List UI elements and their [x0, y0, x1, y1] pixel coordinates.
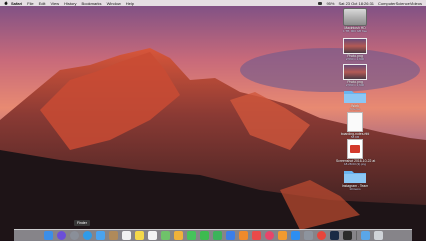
trash-icon[interactable] [373, 231, 383, 240]
menubar-user[interactable]: ComputerScienceVideos [378, 1, 422, 6]
icon-sublabel: 10 items [349, 187, 361, 191]
status-area: 95% Sat 23 Oct 18:26:31 ComputerScienceV… [314, 0, 422, 6]
dock-tooltip: Finder [74, 220, 90, 226]
menu-view[interactable]: View [50, 1, 59, 6]
reminders-icon[interactable] [147, 231, 157, 240]
photos-icon[interactable] [173, 231, 183, 240]
menu-bookmarks[interactable]: Bookmarks [82, 1, 102, 6]
facetime-icon[interactable] [199, 231, 209, 240]
photoshop-icon[interactable] [329, 231, 339, 240]
folder-icon [344, 171, 366, 183]
music-icon[interactable] [264, 231, 274, 240]
siri-icon[interactable] [56, 231, 66, 240]
desktop-icon-folder-work[interactable]: Work 6 items [336, 88, 374, 112]
icon-sublabel: 18.28.03 (3).png [343, 162, 367, 166]
maps-icon[interactable] [160, 231, 170, 240]
document-icon [347, 112, 363, 132]
battery-percent[interactable]: 95% [326, 1, 334, 6]
desktop-icon-folder-instagram[interactable]: Instagram - Team 10 items [336, 168, 374, 192]
desktop-icon-screenshot-pdf[interactable]: Screenshot 2016-10-22 at 18.28.03 (3).pn… [336, 139, 375, 167]
dock-separator [355, 231, 357, 240]
launchpad-icon[interactable] [69, 231, 79, 240]
menu-app-name[interactable]: Safari [11, 1, 22, 6]
hard-drive-icon [343, 8, 367, 26]
safari-icon[interactable] [82, 231, 92, 240]
dock [14, 229, 412, 241]
desktop-icon-screenshot-1[interactable]: Photo.png 2,560 x 1,600 [336, 38, 374, 62]
contacts-icon[interactable] [108, 231, 118, 240]
menu-window[interactable]: Window [107, 1, 121, 6]
news-icon[interactable] [251, 231, 261, 240]
desktop-icon-rtfd-document[interactable]: boarding-notes.rtfd 58 KB [336, 112, 374, 140]
keynote-icon[interactable] [225, 231, 235, 240]
appstore-icon[interactable] [290, 231, 300, 240]
mail-icon[interactable] [95, 231, 105, 240]
icon-sublabel: 1 TB, 900 GB free [342, 29, 368, 33]
menu-bar: Safari File Edit View History Bookmarks … [0, 0, 426, 6]
terminal-icon[interactable] [342, 231, 352, 240]
screenshot-icon [343, 38, 367, 54]
messages-icon[interactable] [186, 231, 196, 240]
downloads-folder-icon[interactable] [360, 231, 370, 240]
menu-edit[interactable]: Edit [39, 1, 46, 6]
chrome-icon[interactable] [316, 231, 326, 240]
wifi-icon[interactable] [318, 1, 323, 5]
menu-file[interactable]: File [27, 1, 33, 6]
folder-icon [344, 91, 366, 103]
pdf-icon [347, 139, 363, 159]
screenshot-icon [343, 64, 367, 80]
menubar-clock[interactable]: Sat 23 Oct 18:26:31 [338, 1, 374, 6]
menu-history[interactable]: History [64, 1, 76, 6]
books-icon[interactable] [277, 231, 287, 240]
apple-menu-icon[interactable] [4, 1, 8, 5]
notes-icon[interactable] [134, 231, 144, 240]
pages-icon[interactable] [238, 231, 248, 240]
preferences-icon[interactable] [303, 231, 313, 240]
calendar-icon[interactable] [121, 231, 131, 240]
numbers-icon[interactable] [212, 231, 222, 240]
finder-icon[interactable] [43, 231, 53, 240]
desktop-icon-screenshot-2[interactable]: Photo.png 2,560 x 1,600 [336, 64, 374, 88]
icon-sublabel: 2,560 x 1,600 [345, 57, 365, 61]
desktop-icon-macintosh-hd[interactable]: Macintosh HD 1 TB, 900 GB free [336, 8, 374, 34]
menu-help[interactable]: Help [126, 1, 134, 6]
